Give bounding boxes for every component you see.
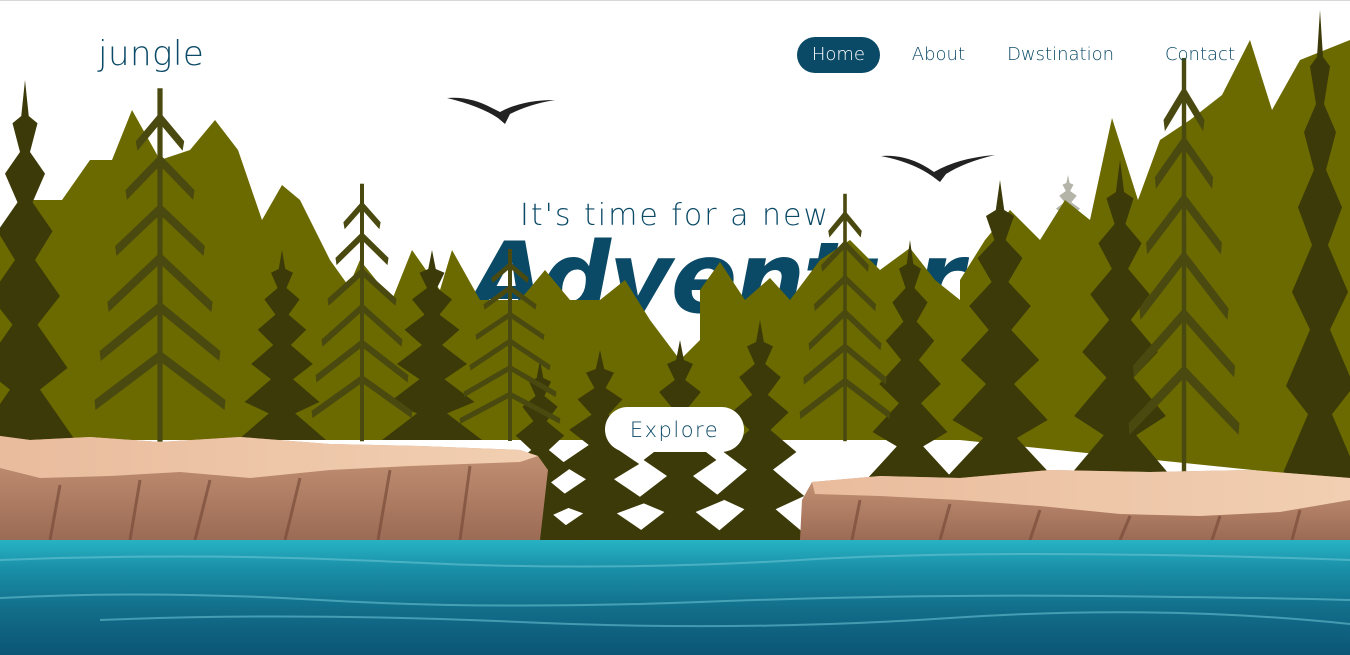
site-logo[interactable]: jungle xyxy=(98,34,204,74)
explore-button[interactable]: Explore xyxy=(605,407,744,452)
nav-contact[interactable]: Contact xyxy=(1165,37,1235,73)
hero-scene: It's time for a new Adventure jungle Hom… xyxy=(0,0,1350,655)
nav-home[interactable]: Home xyxy=(796,37,880,73)
nav-destination[interactable]: Dwstination xyxy=(1007,37,1114,73)
birds-layer xyxy=(447,97,995,182)
bird-icon xyxy=(881,155,995,182)
bird-icon xyxy=(447,97,555,124)
nav-about[interactable]: About xyxy=(912,37,965,73)
